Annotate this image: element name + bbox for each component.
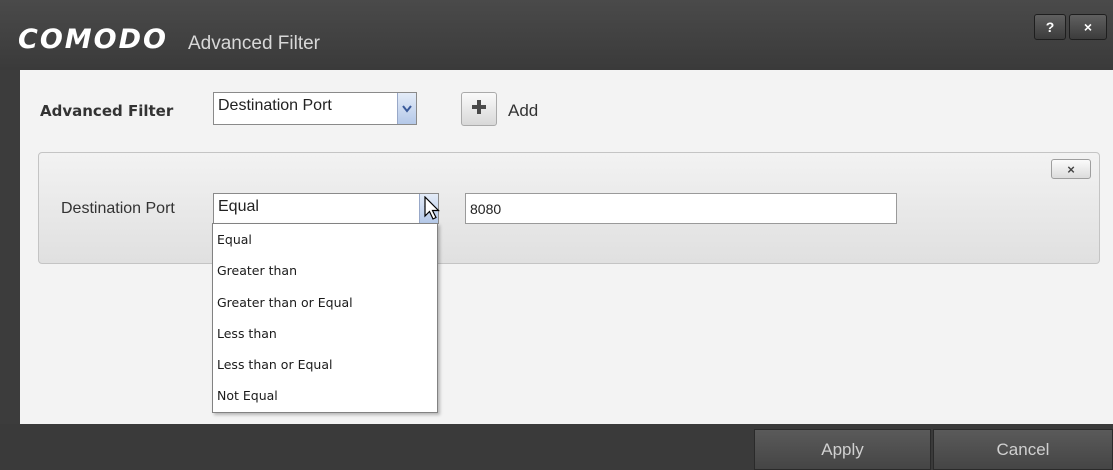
filter-type-select[interactable]: Destination Port: [213, 92, 417, 125]
port-value-input[interactable]: [465, 193, 897, 224]
title-bar[interactable]: COMODO Advanced Filter ? ×: [0, 0, 1113, 70]
apply-button[interactable]: Apply: [754, 429, 931, 470]
filter-rule-panel: × Destination Port Equal: [38, 152, 1100, 264]
add-label[interactable]: Add: [508, 101, 538, 121]
window-title: Advanced Filter: [188, 33, 321, 54]
window-controls: ? ×: [1034, 14, 1107, 40]
operator-option[interactable]: Less than or Equal: [213, 349, 437, 380]
comodo-logo: COMODO: [18, 24, 168, 55]
operator-select[interactable]: Equal: [213, 193, 439, 224]
filter-type-value: Destination Port: [218, 97, 332, 114]
chevron-down-icon[interactable]: [397, 93, 416, 124]
advanced-filter-dialog: COMODO Advanced Filter ? × Advanced Filt…: [0, 0, 1113, 470]
operator-option[interactable]: Equal: [213, 224, 437, 255]
advanced-filter-label: Advanced Filter: [40, 102, 174, 120]
dialog-content: Advanced Filter Destination Port Add × D…: [20, 70, 1113, 424]
dialog-footer: Apply Cancel: [0, 424, 1113, 470]
operator-option[interactable]: Greater than or Equal: [213, 287, 437, 318]
close-button[interactable]: ×: [1069, 14, 1107, 40]
help-button[interactable]: ?: [1034, 14, 1066, 40]
operator-option[interactable]: Not Equal: [213, 380, 437, 411]
mouse-pointer-icon: [424, 195, 442, 227]
cancel-button[interactable]: Cancel: [933, 429, 1113, 470]
operator-value: Equal: [218, 198, 259, 215]
operator-dropdown-list[interactable]: Equal Greater than Greater than or Equal…: [212, 223, 438, 413]
operator-option[interactable]: Greater than: [213, 255, 437, 286]
rule-field-label: Destination Port: [61, 200, 175, 217]
remove-rule-button[interactable]: ×: [1051, 159, 1091, 179]
plus-icon: [471, 99, 487, 120]
add-button[interactable]: [461, 92, 497, 126]
operator-option[interactable]: Less than: [213, 318, 437, 349]
